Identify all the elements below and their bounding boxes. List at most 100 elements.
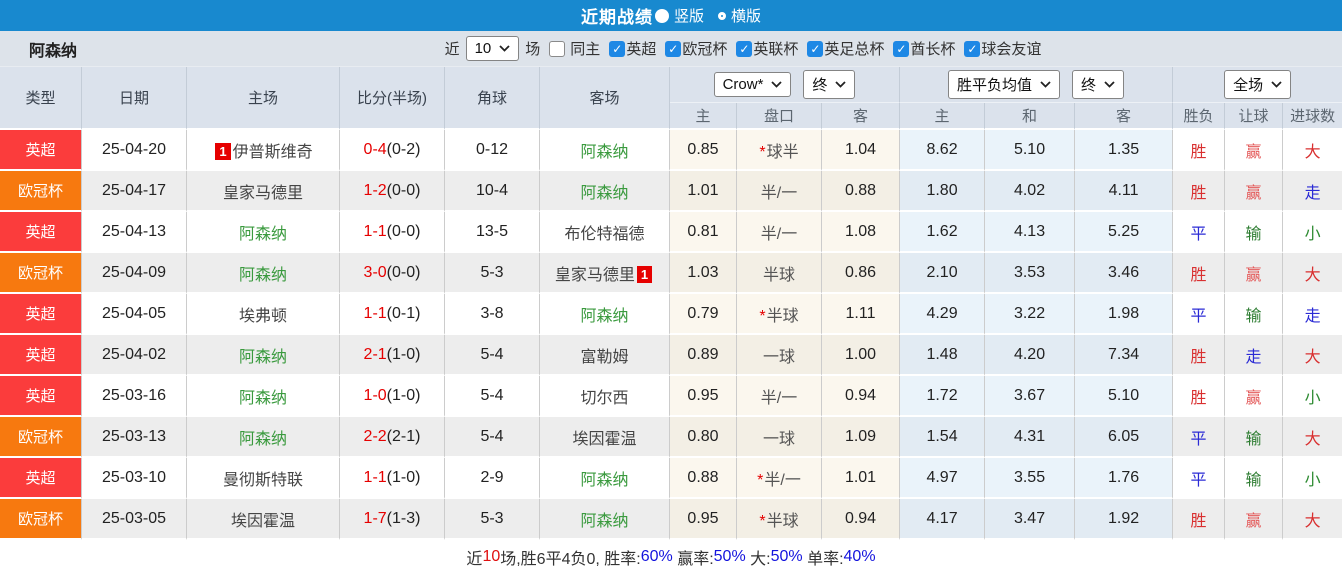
odds-away: 1.92 bbox=[1075, 499, 1174, 540]
filter-option[interactable]: ✓ 欧冠杯 bbox=[665, 38, 727, 59]
ah-home-odds: 0.89 bbox=[670, 335, 737, 376]
filter-option[interactable]: ✓ 英联杯 bbox=[736, 38, 798, 59]
summary-segment: 近 bbox=[466, 550, 483, 568]
team-name: 埃因霍温 bbox=[572, 430, 637, 448]
result-handicap: 赢 bbox=[1225, 376, 1284, 417]
odds-away: 5.10 bbox=[1075, 376, 1174, 417]
filter-option[interactable]: ✓ 英超 bbox=[609, 38, 656, 59]
ah-away-odds: 1.11 bbox=[822, 294, 901, 335]
filter-option-label: 球会友谊 bbox=[981, 41, 1042, 58]
checkbox-checked-icon[interactable]: ✓ bbox=[807, 40, 824, 57]
summary-segment: 60% bbox=[640, 547, 673, 565]
checkbox-checked-icon[interactable]: ✓ bbox=[665, 40, 682, 57]
team-name: 皇家马德里 bbox=[554, 266, 635, 284]
filter-option[interactable]: ✓ 英足总杯 bbox=[807, 38, 884, 59]
match-row: 英超 25-03-10 曼彻斯特联 1-1(1-0) 2-9 阿森纳 0.88 *半/一 1.0… bbox=[0, 458, 1342, 499]
result-wdl: 平 bbox=[1173, 458, 1226, 499]
team-name: 布伦特福德 bbox=[564, 225, 645, 243]
team-name: 切尔西 bbox=[580, 389, 629, 407]
half-time-score: (0-0) bbox=[386, 181, 421, 199]
odds-time-select[interactable]: 终 bbox=[1072, 70, 1125, 99]
match-date: 25-04-02 bbox=[82, 335, 187, 376]
ah-away-odds: 0.94 bbox=[822, 499, 901, 540]
red-card-badge: 1 bbox=[636, 265, 653, 283]
handicap-company-select[interactable]: Crow* bbox=[713, 72, 792, 97]
odds-home: 1.72 bbox=[900, 376, 986, 417]
ah-away-odds: 0.94 bbox=[822, 376, 901, 417]
chevron-down-icon bbox=[835, 81, 847, 88]
checkbox-checked-icon[interactable]: ✓ bbox=[736, 40, 753, 57]
radio-vertical-layout[interactable] bbox=[654, 8, 669, 23]
odds-draw: 3.53 bbox=[985, 253, 1076, 294]
score-cell: 1-1(0-1) bbox=[340, 294, 445, 335]
result-wdl: 胜 bbox=[1173, 499, 1226, 540]
radio-horizontal-layout[interactable] bbox=[718, 11, 726, 20]
col-header-home: 主场 bbox=[187, 67, 340, 130]
checkbox-unchecked-icon[interactable] bbox=[549, 40, 566, 57]
chevron-down-icon bbox=[1104, 81, 1115, 88]
match-row: 英超 25-04-13 阿森纳 1-1(0-0) 13-5 布伦特福德 0.81 半/一 1.0… bbox=[0, 212, 1342, 253]
radio-horizontal-label[interactable]: 横版 bbox=[731, 5, 761, 26]
chevron-down-icon bbox=[499, 45, 510, 52]
odds-type-select[interactable]: 胜平负均值 bbox=[948, 70, 1061, 99]
checkbox-checked-icon[interactable]: ✓ bbox=[893, 40, 910, 57]
ah-line: 半球 bbox=[737, 253, 822, 294]
away-team: 埃因霍温 bbox=[540, 417, 670, 458]
half-time-score: (2-1) bbox=[386, 427, 421, 445]
corner-count: 3-8 bbox=[445, 294, 540, 335]
team-name-highlighted: 阿森纳 bbox=[580, 471, 629, 489]
home-team: 阿森纳 bbox=[187, 376, 340, 417]
team-name: 伊普斯维奇 bbox=[232, 143, 313, 161]
recent-count-select[interactable]: 10 bbox=[465, 36, 520, 61]
subcol-header-ah-line: 盘口 bbox=[737, 103, 822, 130]
filter-option-label: 英超 bbox=[626, 41, 657, 58]
filter-option[interactable]: ✓ 球会友谊 bbox=[964, 38, 1041, 59]
full-time-score: 2-2 bbox=[363, 427, 387, 445]
result-wdl: 胜 bbox=[1173, 376, 1226, 417]
half-time-score: (0-0) bbox=[386, 263, 421, 281]
home-team: 曼彻斯特联 bbox=[187, 458, 340, 499]
result-handicap: 输 bbox=[1225, 417, 1284, 458]
checkbox-checked-icon[interactable]: ✓ bbox=[964, 40, 981, 57]
ah-home-odds: 0.80 bbox=[670, 417, 737, 458]
radio-vertical-label[interactable]: 竖版 bbox=[674, 5, 704, 26]
filter-option[interactable]: ✓ 酋长杯 bbox=[893, 38, 955, 59]
handicap-star: * bbox=[759, 143, 766, 161]
match-date: 25-03-05 bbox=[82, 499, 187, 540]
score-cell: 1-7(1-3) bbox=[340, 499, 445, 540]
result-goals: 大 bbox=[1283, 253, 1342, 294]
subcol-header-ah-home: 主 bbox=[670, 103, 737, 130]
match-date: 25-04-20 bbox=[82, 130, 187, 171]
ah-away-odds: 1.01 bbox=[822, 458, 901, 499]
ah-line: *半/一 bbox=[737, 458, 822, 499]
col-header-type: 类型 bbox=[0, 67, 82, 130]
away-team: 阿森纳 bbox=[540, 130, 670, 171]
summary-bar: 近 10 场,胜6平4负0, 胜率: 60% 赢率: 50% 大: 50% 单率: 40% bbox=[0, 540, 1342, 573]
score-cell: 1-1(0-0) bbox=[340, 212, 445, 253]
home-team: 皇家马德里 bbox=[187, 171, 340, 212]
chevron-down-icon bbox=[771, 81, 783, 88]
odds-home: 4.17 bbox=[900, 499, 986, 540]
team-name-highlighted: 阿森纳 bbox=[238, 430, 287, 448]
away-team: 阿森纳 bbox=[540, 458, 670, 499]
score-cell: 0-4(0-2) bbox=[340, 130, 445, 171]
score-cell: 1-0(1-0) bbox=[340, 376, 445, 417]
subcol-header-odds-away: 客 bbox=[1075, 103, 1174, 130]
subcol-header-goals: 进球数 bbox=[1283, 103, 1342, 130]
checkbox-checked-icon[interactable]: ✓ bbox=[609, 40, 626, 57]
ah-line: 一球 bbox=[737, 335, 822, 376]
away-team: 富勒姆 bbox=[540, 335, 670, 376]
filter-option[interactable]: 同主 bbox=[549, 38, 600, 59]
result-handicap: 走 bbox=[1225, 335, 1284, 376]
match-row: 欧冠杯 25-04-09 阿森纳 3-0(0-0) 5-3 皇家马德里 1 1.03 半球 0.8… bbox=[0, 253, 1342, 294]
league-badge: 英超 bbox=[0, 130, 82, 171]
filter-option-label: 欧冠杯 bbox=[682, 41, 728, 58]
result-goals: 小 bbox=[1283, 376, 1342, 417]
full-time-score: 0-4 bbox=[363, 140, 387, 158]
corner-count: 5-4 bbox=[445, 335, 540, 376]
period-select[interactable]: 全场 bbox=[1224, 70, 1292, 99]
result-goals: 走 bbox=[1283, 171, 1342, 212]
ah-home-odds: 0.79 bbox=[670, 294, 737, 335]
away-team: 阿森纳 bbox=[540, 294, 670, 335]
handicap-time-select[interactable]: 终 bbox=[803, 70, 856, 99]
